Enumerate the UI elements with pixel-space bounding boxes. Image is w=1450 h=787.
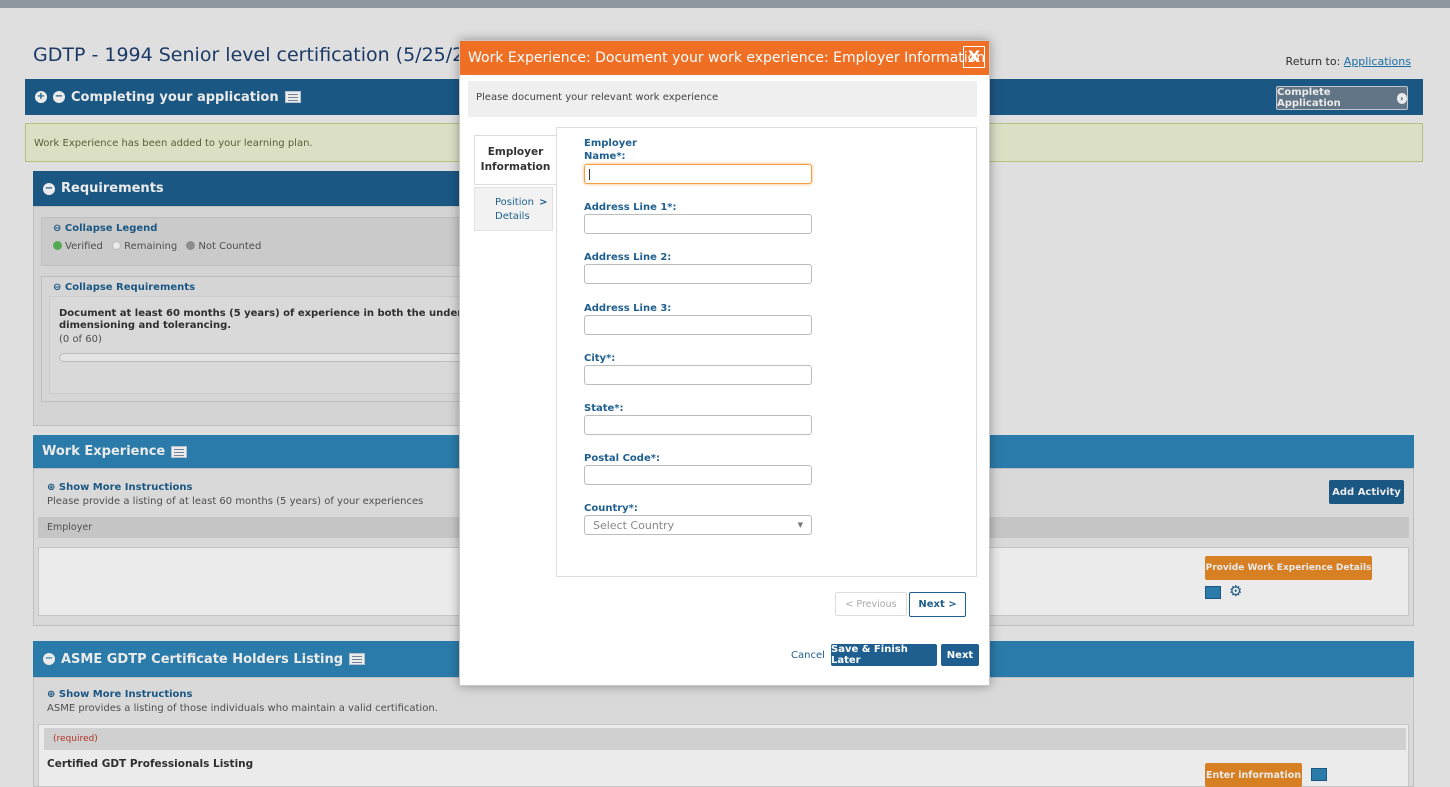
next-button[interactable]: Next xyxy=(941,644,979,666)
city-input[interactable] xyxy=(584,365,812,385)
tab-label-line-2: Details xyxy=(495,211,530,222)
close-icon[interactable]: X xyxy=(963,46,985,68)
text-caret xyxy=(589,169,590,180)
state-input[interactable] xyxy=(584,415,812,435)
chevron-down-icon: ▼ xyxy=(797,521,803,529)
previous-button[interactable]: < Previous xyxy=(835,592,907,616)
address-line-3-input[interactable] xyxy=(584,315,812,335)
employer-name-label-line-1: Employer xyxy=(584,138,637,149)
employer-name-input[interactable] xyxy=(584,164,812,184)
postal-code-label: Postal Code*: xyxy=(584,453,660,464)
country-select[interactable]: Select Country ▼ xyxy=(584,515,812,535)
employer-information-modal: Work Experience: Document your work expe… xyxy=(459,40,990,686)
tab-label-line-1: Employer xyxy=(487,146,544,158)
country-placeholder: Select Country xyxy=(593,519,675,532)
modal-title: Work Experience: Document your work expe… xyxy=(468,50,986,66)
address-line-2-input[interactable] xyxy=(584,264,812,284)
tab-employer-information[interactable]: Employer Information xyxy=(474,135,556,185)
address-line-1-input[interactable] xyxy=(584,214,812,234)
postal-code-input[interactable] xyxy=(584,465,812,485)
city-label: City*: xyxy=(584,353,616,364)
save-finish-later-button[interactable]: Save & Finish Later xyxy=(831,644,937,666)
next-step-button[interactable]: Next > xyxy=(909,592,966,617)
state-label: State*: xyxy=(584,403,624,414)
tab-label-line-2: Information xyxy=(480,161,551,173)
chevron-right-icon: > xyxy=(539,197,548,208)
employer-name-label: Employer Name*: xyxy=(584,137,637,163)
address-line-1-label: Address Line 1*: xyxy=(584,202,677,213)
tab-position-details[interactable]: Position > Details xyxy=(474,187,553,231)
cancel-link[interactable]: Cancel xyxy=(791,650,825,661)
modal-instructions: Please document your relevant work exper… xyxy=(468,81,977,117)
modal-header: Work Experience: Document your work expe… xyxy=(460,41,989,75)
address-line-2-label: Address Line 2: xyxy=(584,252,672,263)
country-label: Country*: xyxy=(584,503,638,514)
address-line-3-label: Address Line 3: xyxy=(584,303,672,314)
tab-label-line-1: Position xyxy=(495,197,534,208)
employer-name-label-line-2: Name*: xyxy=(584,151,626,162)
